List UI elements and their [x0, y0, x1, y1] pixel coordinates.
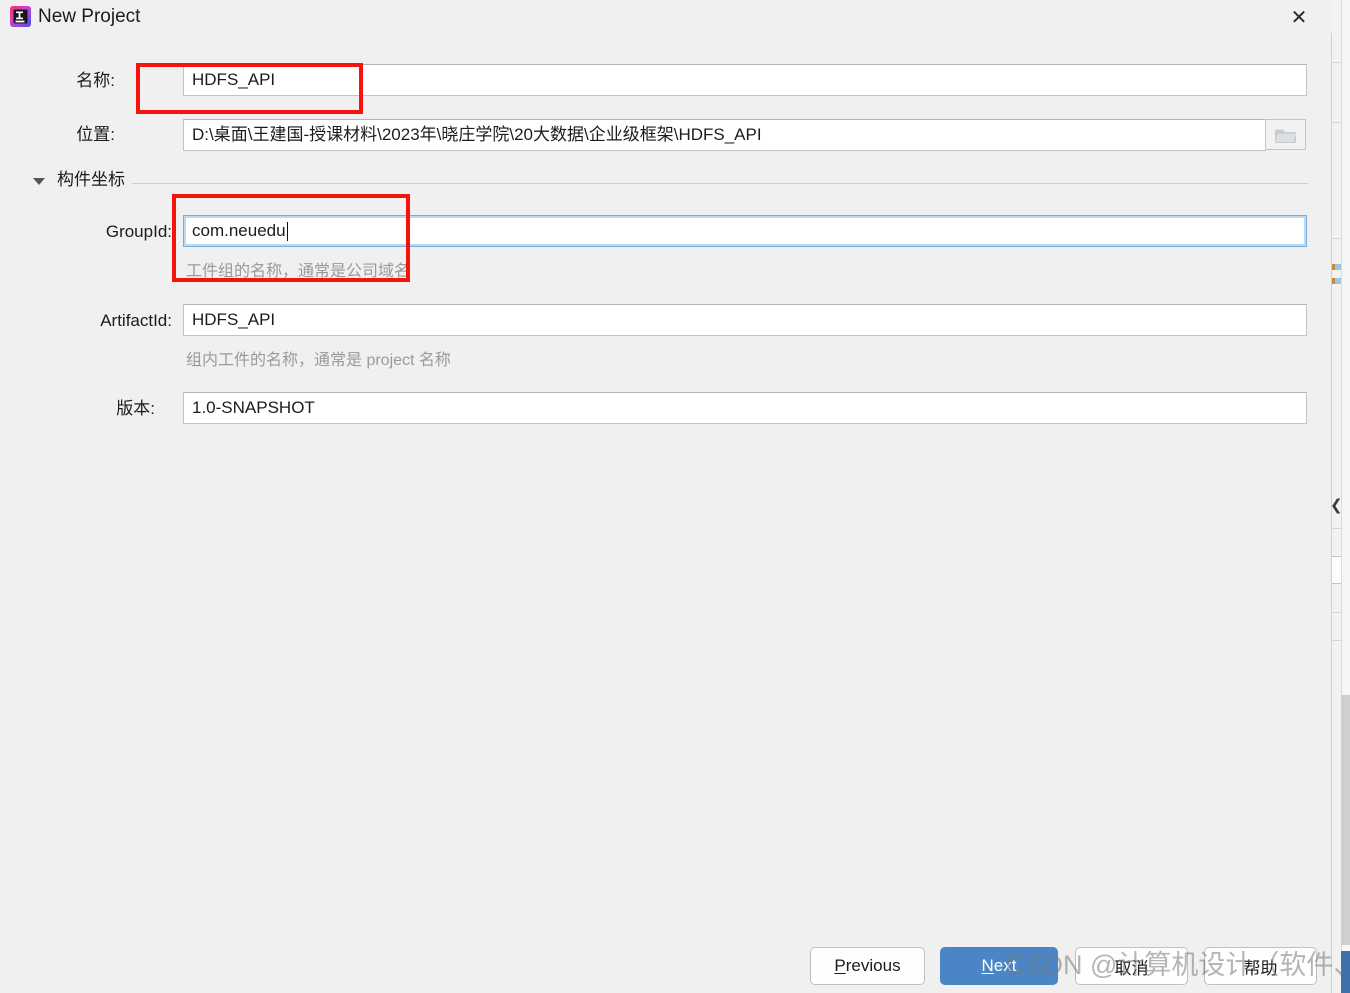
cancel-button[interactable]: 取消 — [1075, 947, 1188, 985]
new-project-dialog: New Project ✕ 名称: HDFS_API 位置: D:\桌面\王建国… — [0, 0, 1350, 993]
group-id-input[interactable]: com.neuedu — [183, 215, 1307, 247]
name-input-value: HDFS_API — [192, 70, 276, 89]
next-button[interactable]: Next — [940, 947, 1058, 985]
background-window-scrollbar[interactable] — [1341, 0, 1350, 993]
location-input-value: D:\桌面\王建国-授课材料\2023年\晓庄学院\20大数据\企业级框架\HD… — [192, 125, 762, 144]
previous-button[interactable]: Previous — [810, 947, 925, 985]
next-button-label: ext — [993, 956, 1017, 975]
artifact-id-input[interactable]: HDFS_API — [183, 304, 1307, 336]
previous-button-label: revious — [845, 956, 901, 975]
version-label: 版本: — [116, 399, 155, 418]
location-input[interactable]: D:\桌面\王建国-授课材料\2023年\晓庄学院\20大数据\企业级框架\HD… — [183, 119, 1266, 151]
version-input[interactable]: 1.0-SNAPSHOT — [183, 392, 1307, 424]
close-icon[interactable]: ✕ — [1276, 0, 1322, 33]
group-id-hint: 工件组的名称，通常是公司域名 — [186, 263, 411, 280]
help-button[interactable]: 帮助 — [1204, 947, 1317, 985]
dialog-title: New Project — [38, 6, 141, 27]
folder-icon[interactable] — [1266, 119, 1306, 150]
next-button-mnemonic: N — [981, 956, 994, 975]
name-label: 名称: — [76, 71, 115, 90]
name-input[interactable]: HDFS_API — [183, 64, 1307, 96]
artifact-id-input-value: HDFS_API — [192, 310, 276, 329]
group-id-input-value: com.neuedu — [192, 221, 286, 240]
artifact-id-label: ArtifactId: — [100, 311, 172, 330]
dialog-titlebar: New Project ✕ — [0, 0, 1332, 33]
artifact-coordinates-title: 构件坐标 — [57, 170, 125, 189]
location-label: 位置: — [76, 125, 115, 144]
text-caret — [286, 221, 288, 241]
triangle-down-icon[interactable] — [33, 178, 45, 185]
scrollbar-thumb[interactable] — [1341, 695, 1350, 945]
background-window-accent — [1341, 951, 1350, 993]
previous-button-mnemonic: P — [834, 956, 846, 975]
group-id-label: GroupId: — [105, 222, 172, 241]
version-input-value: 1.0-SNAPSHOT — [192, 398, 315, 417]
intellij-idea-icon — [10, 6, 31, 27]
artifact-id-hint: 组内工件的名称，通常是 project 名称 — [186, 352, 451, 369]
section-divider — [132, 183, 1308, 184]
